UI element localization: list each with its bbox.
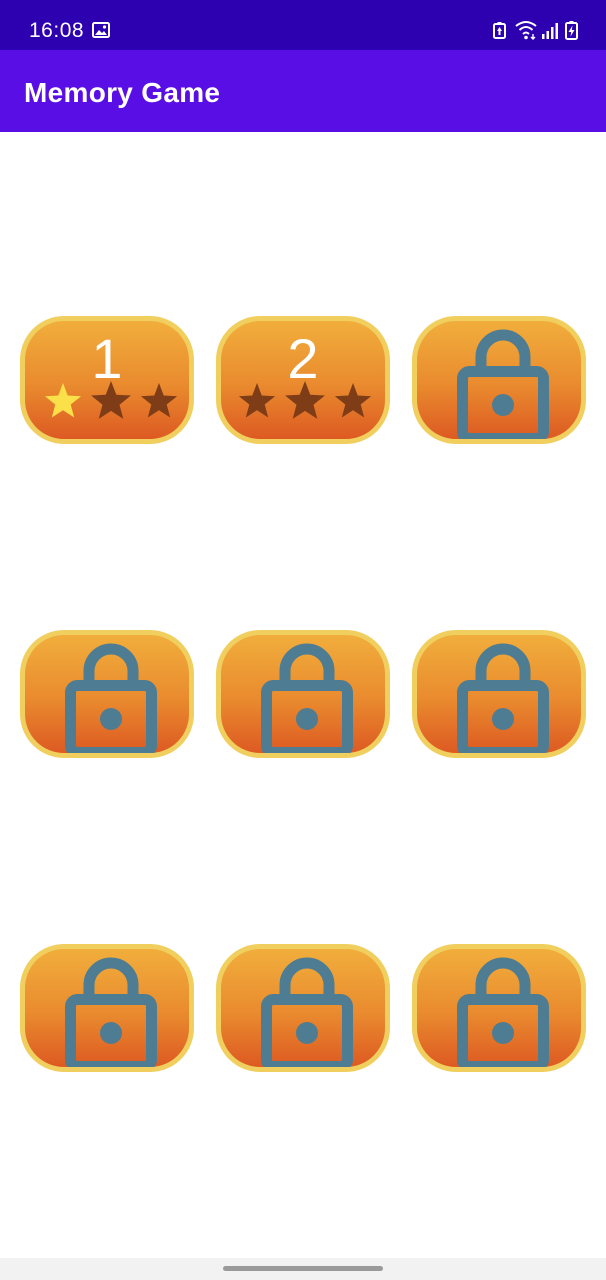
star-empty-icon xyxy=(140,383,178,418)
level-4-button-locked[interactable] xyxy=(20,630,194,758)
level-7-button-locked[interactable] xyxy=(20,944,194,1072)
level-grid: 1 2 xyxy=(0,132,606,1258)
status-time: 16:08 xyxy=(29,19,85,42)
level-1-button[interactable]: 1 xyxy=(20,316,194,444)
lock-icon xyxy=(261,957,353,1067)
app-bar: Memory Game xyxy=(0,50,606,132)
level-8-button-locked[interactable] xyxy=(216,944,390,1072)
lock-icon xyxy=(457,329,549,439)
status-bar: 16:08 xyxy=(0,0,606,50)
app-title: Memory Game xyxy=(24,77,221,108)
lock-icon xyxy=(65,643,157,753)
level-9-button-locked[interactable] xyxy=(412,944,586,1072)
star-earned-icon xyxy=(44,383,82,418)
star-empty-icon xyxy=(91,381,131,419)
level-3-button-locked[interactable] xyxy=(412,316,586,444)
level-5-button-locked[interactable] xyxy=(216,630,390,758)
lock-icon xyxy=(457,957,549,1067)
wifi-icon xyxy=(515,21,537,40)
image-icon xyxy=(92,22,110,38)
navigation-bar xyxy=(0,1258,606,1280)
signal-icon xyxy=(542,23,558,39)
level-2-button[interactable]: 2 xyxy=(216,316,390,444)
lock-icon xyxy=(65,957,157,1067)
level-1-stars xyxy=(44,381,178,419)
level-2-stars xyxy=(238,381,372,419)
battery-saver-icon xyxy=(493,22,506,39)
star-empty-icon xyxy=(285,381,325,419)
lock-icon xyxy=(457,643,549,753)
battery-charging-icon xyxy=(565,21,578,40)
level-6-button-locked[interactable] xyxy=(412,630,586,758)
star-empty-icon xyxy=(334,383,372,418)
star-empty-icon xyxy=(238,383,276,418)
home-gesture-handle[interactable] xyxy=(223,1266,383,1271)
lock-icon xyxy=(261,643,353,753)
